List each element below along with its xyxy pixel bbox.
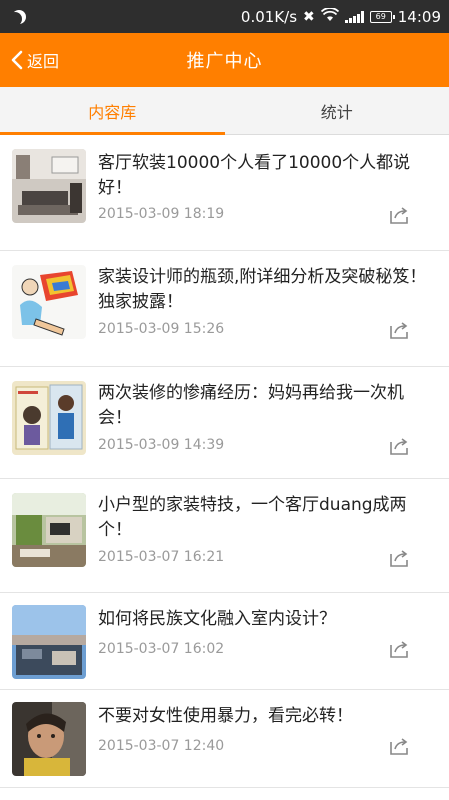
list-item[interactable]: 小户型的家装特技，一个客厅duang成两个！ 2015-03-07 16:21 xyxy=(0,479,449,593)
share-button[interactable] xyxy=(389,436,411,456)
article-thumbnail xyxy=(12,265,86,339)
share-icon xyxy=(390,738,408,755)
back-label: 返回 xyxy=(27,52,60,71)
article-title: 家装设计师的瓶颈,附详细分析及突破秘笈！独家披露！ xyxy=(98,267,427,312)
wifi-icon xyxy=(320,6,339,26)
share-button[interactable] xyxy=(389,205,411,225)
status-bar: 0.01K/s ✖ 69 14:09 xyxy=(0,0,449,33)
tab-statistics[interactable]: 统计 xyxy=(225,87,449,134)
list-item[interactable]: 家装设计师的瓶颈,附详细分析及突破秘笈！独家披露！ 2015-03-09 15:… xyxy=(0,251,449,367)
back-button[interactable]: 返回 xyxy=(10,33,59,87)
mute-icon: ✖ xyxy=(303,8,315,25)
article-list: 客厅软装10000个人看了10000个人都说好！ 2015-03-09 18:1… xyxy=(0,136,449,788)
clock: 14:09 xyxy=(397,7,441,26)
share-icon xyxy=(390,550,408,567)
share-button[interactable] xyxy=(389,736,411,756)
article-title: 小户型的家装特技，一个客厅duang成两个！ xyxy=(98,495,407,540)
battery-icon: 69 xyxy=(369,10,395,23)
article-date: 2015-03-07 12:40 xyxy=(98,738,225,754)
article-title: 两次装修的惨痛经历：妈妈再给我一次机会！ xyxy=(98,383,404,428)
moon-icon xyxy=(8,12,22,26)
article-thumbnail xyxy=(12,149,86,223)
tab-content-library[interactable]: 内容库 xyxy=(0,87,225,135)
share-button[interactable] xyxy=(389,639,411,659)
article-thumbnail xyxy=(12,493,86,567)
share-button[interactable] xyxy=(389,548,411,568)
list-item[interactable]: 不要对女性使用暴力，看完必转！ 2015-03-07 12:40 xyxy=(0,690,449,788)
article-title: 不要对女性使用暴力，看完必转！ xyxy=(98,706,353,726)
list-item[interactable]: 如何将民族文化融入室内设计？ 2015-03-07 16:02 xyxy=(0,593,449,690)
share-icon xyxy=(390,207,408,224)
article-thumbnail xyxy=(12,381,86,455)
article-thumbnail xyxy=(12,605,86,679)
article-thumbnail xyxy=(12,702,86,776)
tab-label: 内容库 xyxy=(88,102,137,122)
signal-icon xyxy=(344,10,364,23)
list-item[interactable]: 两次装修的惨痛经历：妈妈再给我一次机会！ 2015-03-09 14:39 xyxy=(0,367,449,479)
article-date: 2015-03-09 14:39 xyxy=(98,437,225,453)
list-item[interactable]: 客厅软装10000个人看了10000个人都说好！ 2015-03-09 18:1… xyxy=(0,136,449,251)
article-date: 2015-03-07 16:02 xyxy=(98,641,225,657)
tab-bar: 内容库 统计 xyxy=(0,87,449,135)
page-title: 推广中心 xyxy=(186,51,263,72)
article-title: 客厅软装10000个人看了10000个人都说好！ xyxy=(98,153,411,198)
chevron-left-icon xyxy=(11,50,23,70)
tab-label: 统计 xyxy=(320,102,353,122)
share-button[interactable] xyxy=(389,320,411,340)
share-icon xyxy=(390,641,408,658)
app-header: 返回 推广中心 xyxy=(0,33,449,87)
network-speed: 0.01K/s xyxy=(240,7,298,26)
article-title: 如何将民族文化融入室内设计？ xyxy=(98,609,336,629)
article-date: 2015-03-09 18:19 xyxy=(98,206,225,222)
share-icon xyxy=(390,322,408,339)
article-date: 2015-03-07 16:21 xyxy=(98,549,225,565)
article-date: 2015-03-09 15:26 xyxy=(98,321,225,337)
share-icon xyxy=(390,438,408,455)
